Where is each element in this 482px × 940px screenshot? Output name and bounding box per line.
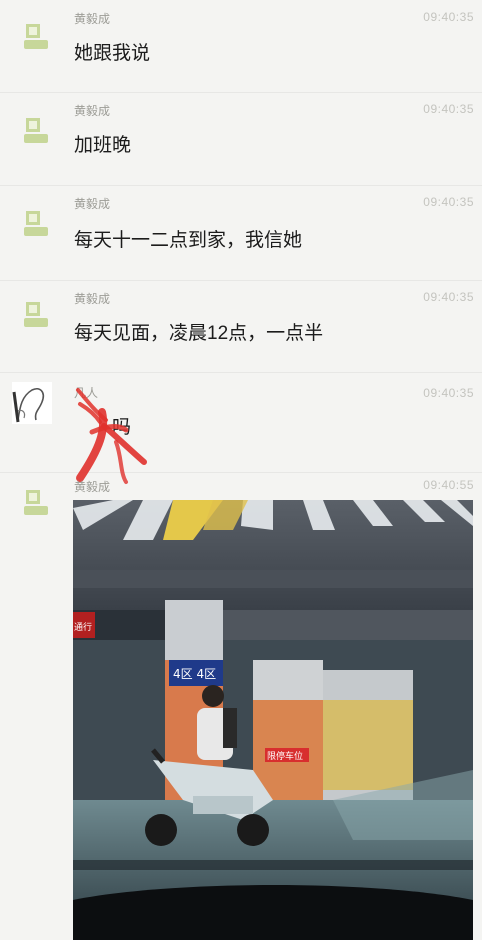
sender-name: 黄毅成 <box>74 197 111 211</box>
avatar-icon <box>24 211 48 236</box>
pillar-sign-label: 4区 4区 <box>173 667 216 681</box>
left-sign-label: 通行 <box>74 621 92 633</box>
red-sign-label: 限停车位 <box>267 750 303 762</box>
avatar-icon <box>24 118 48 143</box>
chat-message: 黄毅成 09:40:35 她跟我说 <box>0 0 482 93</box>
user-avatar[interactable] <box>22 300 50 328</box>
message-text: 加班晚 <box>74 135 132 156</box>
message-time: 09:40:35 <box>423 195 474 209</box>
user-avatar[interactable] <box>22 488 50 516</box>
image-message[interactable]: 4区 4区 限停车位 通行 <box>73 500 473 940</box>
message-text: 每天十一二点到家，我信她 <box>74 230 303 251</box>
sender-name: 黄毅成 <box>74 12 111 26</box>
user-avatar[interactable] <box>12 382 52 424</box>
avatar-icon <box>24 24 48 49</box>
message-time: 09:40:35 <box>423 290 474 304</box>
parking-garage-photo: 4区 4区 限停车位 通行 <box>73 500 473 940</box>
message-text: 她跟我说 <box>74 43 151 64</box>
user-avatar[interactable] <box>22 116 50 144</box>
avatar-sketch-icon <box>12 382 52 424</box>
message-time: 09:40:35 <box>423 102 474 116</box>
chat-message: 黄毅成 09:40:35 加班晚 <box>0 92 482 186</box>
sender-name: 黄毅成 <box>74 292 111 306</box>
avatar-icon <box>24 302 48 327</box>
chat-message: 黄毅成 09:40:35 每天十一二点到家，我信她 <box>0 185 482 281</box>
chat-message: 凡人 09:40:35 吗 <box>0 372 482 484</box>
user-avatar[interactable] <box>22 22 50 50</box>
message-text: 每天见面，凌晨12点，一点半 <box>74 323 324 344</box>
message-time: 09:40:55 <box>423 478 474 492</box>
user-avatar[interactable] <box>22 209 50 237</box>
chat-message: 黄毅成 09:40:35 每天见面，凌晨12点，一点半 <box>0 280 482 373</box>
avatar-icon <box>24 490 48 515</box>
message-time: 09:40:35 <box>423 10 474 24</box>
sender-name: 黄毅成 <box>74 480 111 494</box>
message-time: 09:40:35 <box>423 386 474 400</box>
sender-name: 黄毅成 <box>74 104 111 118</box>
